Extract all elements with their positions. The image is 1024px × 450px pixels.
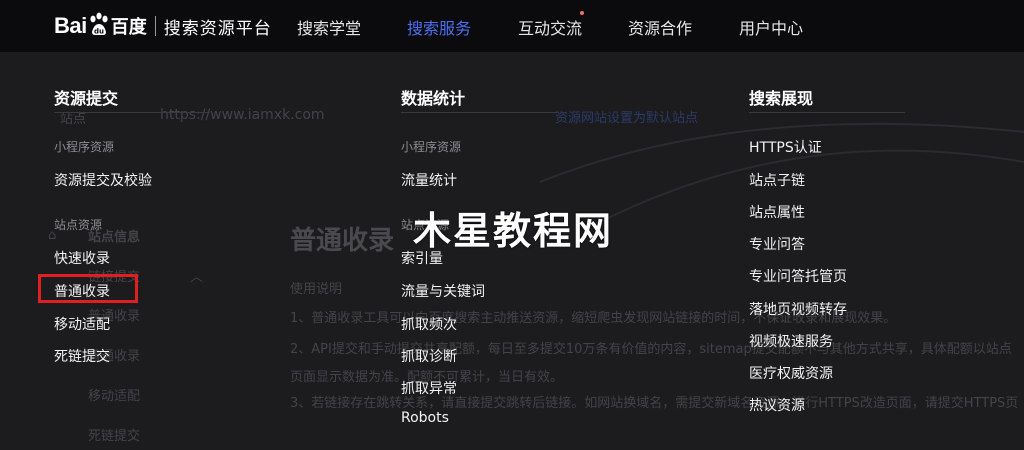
logo-bai-text: Bai: [54, 13, 87, 38]
watermark-text: 木星教程网: [413, 209, 614, 253]
menu-heading-data-stats: 数据统计: [401, 89, 466, 108]
nav-item-search-academy[interactable]: 搜索学堂: [297, 15, 361, 39]
menu-link-hot-discussion[interactable]: 热议资源: [749, 395, 805, 415]
top-navigation-bar: Bai du 百度 搜索资源平台 搜索学堂 搜索服务 互动交流 资源合作 用户中…: [0, 0, 1024, 52]
menu-link-landing-video[interactable]: 落地页视频转存: [749, 299, 847, 319]
bg-sidebar-dead-link: 死链提交: [88, 429, 141, 444]
menu-link-crawl-frequency[interactable]: 抓取频次: [401, 314, 457, 334]
bg-chevron-up-icon: ︿: [190, 270, 204, 285]
menu-link-site-sublinks[interactable]: 站点子链: [749, 170, 805, 190]
menu-link-site-attributes[interactable]: 站点属性: [749, 202, 805, 222]
highlight-box-normal-index: [38, 274, 138, 303]
bg-default-site-link: 资源网站设置为默认站点: [555, 111, 699, 126]
menu-heading-search-display: 搜索展现: [749, 89, 814, 108]
logo-divider: [154, 16, 156, 36]
menu-link-video-fast-service[interactable]: 视频极速服务: [749, 331, 833, 351]
bg-usage-line-2: 2、API提交和手动提交共享配额，每日至多提交10万条有价值的内容，sitema…: [290, 342, 1012, 385]
menu-link-traffic-stats[interactable]: 流量统计: [401, 170, 457, 190]
menu-heading-divider: [401, 112, 557, 113]
menu-group-label-miniprogram: 小程序资源: [401, 140, 462, 154]
menu-link-pro-qa-hosted[interactable]: 专业问答托管页: [749, 266, 847, 286]
nav-item-resource-cooperation[interactable]: 资源合作: [628, 15, 692, 39]
menu-group-label-site: 站点资源: [54, 218, 103, 232]
menu-link-resource-submit-verify[interactable]: 资源提交及校验: [54, 170, 152, 190]
nav-item-interaction[interactable]: 互动交流: [518, 15, 582, 39]
menu-group-label-miniprogram: 小程序资源: [54, 140, 115, 154]
bg-site-label: 站点: [60, 112, 87, 127]
menu-link-robots[interactable]: Robots: [401, 410, 449, 426]
menu-heading-divider: [749, 112, 905, 113]
nav-item-user-center[interactable]: 用户中心: [739, 15, 803, 39]
menu-link-fast-index[interactable]: 快速收录: [54, 248, 110, 268]
menu-link-pro-qa[interactable]: 专业问答: [749, 234, 805, 254]
menu-link-dead-link-submit[interactable]: 死链提交: [54, 346, 110, 366]
menu-heading-resource-submit: 资源提交: [54, 89, 119, 108]
menu-link-https-cert[interactable]: HTTPS认证: [749, 137, 822, 157]
bg-sidebar-mobile-adapt: 移动适配: [88, 389, 141, 404]
paw-icon: du: [88, 12, 110, 40]
menu-link-crawl-diagnosis[interactable]: 抓取诊断: [401, 346, 457, 366]
bg-site-url: https://www.iamxk.com: [160, 107, 325, 123]
bg-page-title: 普通收录: [290, 226, 395, 256]
nav-item-search-services[interactable]: 搜索服务: [407, 15, 471, 39]
bg-usage-title: 使用说明: [290, 282, 343, 297]
bg-usage-line-3: 3、若链接存在跳转关系，请直接提交跳转后链接。如网站换域名，需提交新域名资源；进…: [290, 396, 1019, 410]
bg-usage-line-1: 1、普通收录工具可以向百度搜索主动推送资源，缩短爬虫发现网站链接的时间，不保证收…: [290, 311, 897, 325]
menu-heading-divider: [54, 112, 210, 113]
menu-link-crawl-error[interactable]: 抓取异常: [401, 378, 457, 398]
logo-du-text: 百度: [110, 17, 147, 38]
notification-dot: [580, 11, 584, 15]
menu-link-mobile-adapt[interactable]: 移动适配: [54, 314, 110, 334]
menu-link-traffic-keywords[interactable]: 流量与关键词: [401, 281, 485, 301]
menu-link-medical-authority[interactable]: 医疗权威资源: [749, 363, 833, 383]
svg-text:du: du: [94, 28, 104, 36]
platform-name: 搜索资源平台: [163, 18, 272, 39]
baidu-logo[interactable]: Bai du 百度 搜索资源平台: [54, 12, 272, 40]
